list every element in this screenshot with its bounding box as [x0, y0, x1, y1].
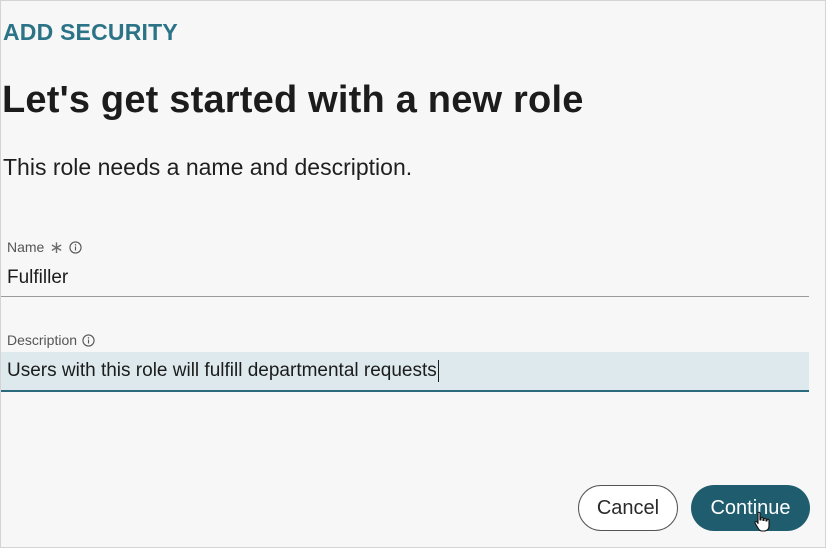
text-caret [437, 360, 439, 382]
description-label-text: Description [7, 332, 78, 348]
description-field-value: Users with this role will fulfill depart… [7, 360, 437, 381]
description-field[interactable]: Users with this role will fulfill depart… [1, 352, 809, 392]
continue-button[interactable]: Continue [691, 485, 810, 531]
add-security-dialog: ADD SECURITY Let's get started with a ne… [0, 0, 826, 548]
name-field-value: Fulfiller [7, 266, 69, 288]
info-icon[interactable] [82, 333, 95, 347]
description-field-label: Description [7, 332, 95, 348]
name-field-label: Name ∗ [7, 238, 82, 256]
asterisk-icon: ∗ [49, 238, 64, 257]
info-icon[interactable] [68, 240, 82, 254]
page-title: Let's get started with a new role [2, 79, 584, 121]
name-label-text: Name [7, 239, 45, 255]
hand-cursor-icon [754, 511, 770, 532]
section-eyebrow: ADD SECURITY [3, 19, 178, 45]
page-subtitle: This role needs a name and description. [3, 154, 413, 180]
cancel-button[interactable]: Cancel [578, 485, 678, 531]
name-field[interactable]: Fulfiller [1, 259, 809, 297]
